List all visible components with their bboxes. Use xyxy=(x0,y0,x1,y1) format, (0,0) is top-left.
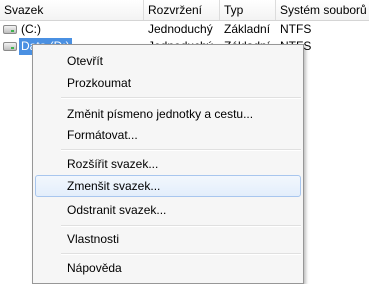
column-header-type[interactable]: Typ xyxy=(220,0,276,20)
column-header: Svazek Rozvržení Typ Systém souborů xyxy=(0,0,369,21)
menu-item-open[interactable]: Otevřít xyxy=(35,50,301,72)
menu-item-format[interactable]: Formátovat... xyxy=(35,124,301,146)
volume-type: Základní xyxy=(224,22,271,36)
drive-icon xyxy=(3,42,17,51)
menu-separator xyxy=(61,149,301,151)
volume-name: (C:) xyxy=(21,22,41,36)
column-header-volume[interactable]: Svazek xyxy=(0,0,144,20)
drive-icon xyxy=(3,25,17,34)
volume-layout: Jednoduchý xyxy=(148,22,213,36)
volume-filesystem: NTFS xyxy=(280,22,312,36)
table-row[interactable]: (C:) Jednoduchý Základní NTFS xyxy=(0,21,369,38)
menu-item-help[interactable]: Nápověda xyxy=(35,257,301,279)
context-menu: Otevřít Prozkoumat Změnit písmeno jednot… xyxy=(32,44,304,284)
menu-separator xyxy=(61,225,301,227)
menu-item-change-drive-letter[interactable]: Změnit písmeno jednotky a cestu... xyxy=(35,103,301,125)
menu-item-extend-volume[interactable]: Rozšířit svazek... xyxy=(35,153,301,175)
menu-separator xyxy=(61,253,301,255)
menu-separator xyxy=(61,97,301,99)
menu-item-explore[interactable]: Prozkoumat xyxy=(35,72,301,94)
menu-item-properties[interactable]: Vlastnosti xyxy=(35,228,301,250)
column-header-layout[interactable]: Rozvržení xyxy=(144,0,220,20)
column-header-filesystem[interactable]: Systém souborů xyxy=(276,0,369,20)
menu-item-delete-volume[interactable]: Odstranit svazek... xyxy=(35,199,301,221)
menu-item-shrink-volume[interactable]: Zmenšit svazek... xyxy=(35,175,301,197)
